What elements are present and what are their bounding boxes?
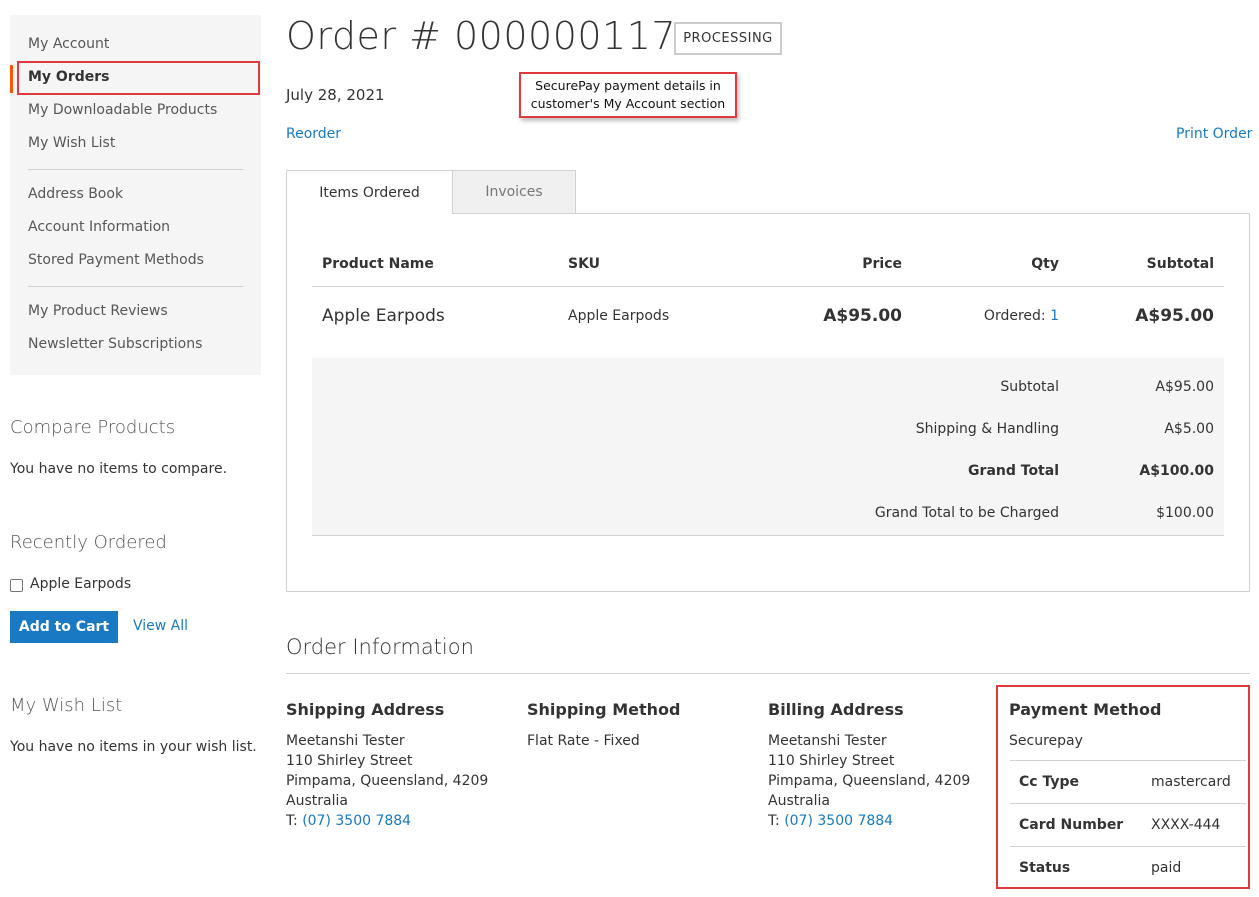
billing-phone: T: (07) 3500 7884 (768, 811, 970, 831)
payment-status-label: Status (1019, 860, 1071, 876)
item-product-name: Apple Earpods (322, 306, 445, 326)
payment-method-name: Securepay (1009, 733, 1083, 749)
shipping-address-line: 110 Shirley Street (286, 753, 413, 769)
totals-grand-total-value: A$100.00 (1139, 463, 1214, 479)
reorder-link[interactable]: Reorder (286, 126, 341, 142)
my-orders-highlight (17, 61, 260, 95)
shipping-phone-link[interactable]: (07) 3500 7884 (302, 813, 411, 829)
nav-item-newsletter[interactable]: Newsletter Subscriptions (28, 336, 202, 352)
shipping-address-line: Australia (286, 793, 348, 809)
payment-card-number-value: XXXX-444 (1151, 817, 1221, 833)
compare-products-title: Compare Products (10, 417, 176, 438)
item-qty-label: Ordered: (983, 308, 1046, 324)
billing-address: Meetanshi Tester 110 Shirley Street Pimp… (768, 731, 970, 831)
order-date: July 28, 2021 (286, 86, 385, 104)
payment-divider (1010, 760, 1246, 761)
payment-card-number-label: Card Number (1019, 817, 1124, 833)
status-badge: PROCESSING (674, 22, 782, 55)
item-qty: Ordered: 1 (984, 308, 1059, 324)
payment-status-value: paid (1151, 860, 1182, 876)
totals-shipping-value: A$5.00 (1164, 421, 1214, 437)
wishlist-title: My Wish List (10, 695, 123, 716)
nav-divider (28, 169, 243, 170)
nav-item-product-reviews[interactable]: My Product Reviews (28, 303, 168, 319)
shipping-address-line: Pimpama, Queensland, 4209 (286, 773, 489, 789)
recently-ordered-item: Apple Earpods (30, 576, 132, 592)
billing-address-line: Pimpama, Queensland, 4209 (768, 773, 971, 789)
shipping-address: Meetanshi Tester 110 Shirley Street Pimp… (286, 731, 488, 831)
totals-subtotal-value: A$95.00 (1155, 379, 1214, 395)
add-to-cart-button[interactable]: Add to Cart (10, 611, 118, 643)
view-all-link[interactable]: View All (133, 618, 188, 634)
nav-current-indicator (10, 65, 13, 93)
nav-item-account-information[interactable]: Account Information (28, 219, 170, 235)
billing-address-title: Billing Address (768, 700, 904, 719)
totals-to-be-charged-value: $100.00 (1156, 505, 1214, 521)
annotation-callout: SecurePay payment details in customer's … (519, 72, 737, 118)
table-header-divider (312, 286, 1224, 287)
nav-item-address-book[interactable]: Address Book (28, 186, 123, 202)
tab-items-ordered[interactable]: Items Ordered (286, 170, 453, 214)
col-header-product-name: Product Name (322, 256, 434, 272)
shipping-address-title: Shipping Address (286, 700, 445, 719)
item-price: A$95.00 (823, 306, 902, 326)
payment-cc-type-label: Cc Type (1019, 774, 1079, 790)
totals-to-be-charged-label: Grand Total to be Charged (874, 505, 1059, 521)
col-header-sku: SKU (568, 256, 601, 272)
recently-ordered-title: Recently Ordered (10, 532, 167, 553)
payment-divider (1010, 846, 1246, 847)
shipping-address-line: Meetanshi Tester (286, 733, 405, 749)
item-sku: Apple Earpods (568, 308, 670, 324)
billing-address-line: 110 Shirley Street (768, 753, 895, 769)
item-qty-value: 1 (1050, 308, 1059, 324)
col-header-subtotal: Subtotal (1146, 256, 1214, 272)
wishlist-empty-text: You have no items in your wish list. (10, 739, 257, 755)
tab-invoices[interactable]: Invoices (452, 170, 576, 214)
billing-phone-link[interactable]: (07) 3500 7884 (784, 813, 893, 829)
col-header-qty: Qty (1031, 256, 1059, 272)
phone-prefix: T: (286, 813, 298, 829)
print-order-link[interactable]: Print Order (1176, 126, 1252, 142)
billing-address-line: Australia (768, 793, 830, 809)
payment-divider (1010, 803, 1246, 804)
recently-ordered-checkbox[interactable] (10, 579, 23, 592)
col-header-price: Price (862, 256, 902, 272)
nav-divider (28, 286, 243, 287)
shipping-phone: T: (07) 3500 7884 (286, 811, 488, 831)
item-subtotal: A$95.00 (1135, 306, 1214, 326)
nav-item-stored-payment-methods[interactable]: Stored Payment Methods (28, 252, 204, 268)
payment-cc-type-value: mastercard (1151, 774, 1231, 790)
order-information-title: Order Information (286, 635, 474, 659)
payment-method-title: Payment Method (1009, 700, 1162, 719)
totals-grand-total-label: Grand Total (968, 463, 1059, 479)
order-totals (312, 358, 1224, 536)
totals-shipping-label: Shipping & Handling (915, 421, 1059, 437)
compare-empty-text: You have no items to compare. (10, 461, 228, 477)
nav-item-downloadable-products[interactable]: My Downloadable Products (28, 102, 217, 118)
page-title: Order # 000000117 (286, 14, 677, 58)
billing-address-line: Meetanshi Tester (768, 733, 887, 749)
shipping-method-title: Shipping Method (527, 700, 681, 719)
shipping-method-value: Flat Rate - Fixed (527, 733, 640, 749)
section-divider (286, 673, 1250, 674)
nav-item-my-account[interactable]: My Account (28, 36, 109, 52)
totals-subtotal-label: Subtotal (1000, 379, 1059, 395)
nav-item-wish-list[interactable]: My Wish List (28, 135, 115, 151)
phone-prefix: T: (768, 813, 780, 829)
